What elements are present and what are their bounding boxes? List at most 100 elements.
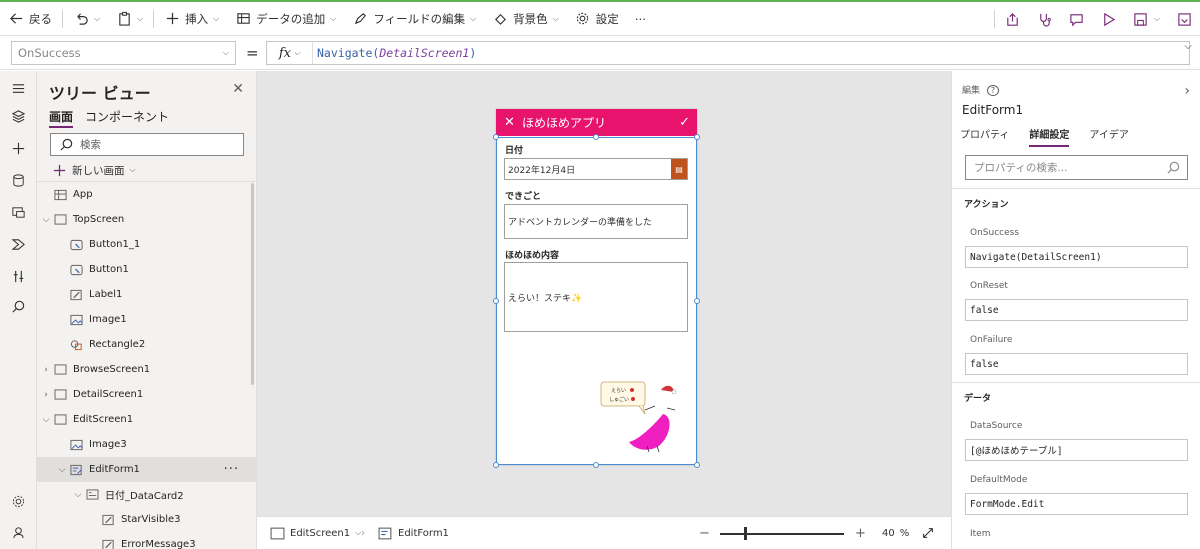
settings-gear-icon[interactable] bbox=[9, 492, 27, 510]
tree-item-editscreen1[interactable]: ⌵ EditScreen1 bbox=[37, 407, 256, 432]
tab-screens[interactable]: 画面 bbox=[49, 108, 74, 128]
power-automate-icon[interactable] bbox=[9, 235, 27, 253]
edit-fields-button[interactable]: フィールドの編集 ⌵ bbox=[344, 2, 484, 36]
tree-item-errormessage3[interactable]: ErrorMessage3 bbox=[37, 532, 256, 549]
tree-item-image3[interactable]: Image3 bbox=[37, 432, 256, 457]
close-icon[interactable]: ✕ bbox=[504, 115, 515, 130]
screen-breadcrumb[interactable]: EditScreen1 ⌵ bbox=[269, 525, 361, 541]
property-search-input[interactable]: プロパティの検索... bbox=[965, 155, 1188, 180]
background-color-button[interactable]: 背景色 ⌵ bbox=[484, 2, 567, 36]
preview-button[interactable] bbox=[1093, 2, 1125, 36]
tab-properties[interactable]: プロパティ bbox=[960, 126, 1009, 147]
chevron-down-icon[interactable]: ⌵ bbox=[94, 14, 100, 24]
save-button[interactable]: ⌵ bbox=[1125, 2, 1168, 36]
zoom-in-button[interactable]: + bbox=[855, 526, 866, 541]
praise-input[interactable]: えらい！ステキ✨ bbox=[504, 262, 688, 332]
help-icon[interactable]: ? bbox=[986, 85, 1000, 96]
chevron-down-icon[interactable]: ⌵ bbox=[41, 415, 51, 425]
chevron-down-icon[interactable]: ⌵ bbox=[137, 14, 143, 24]
zoom-slider-track[interactable] bbox=[720, 533, 844, 535]
share-button[interactable] bbox=[997, 2, 1029, 36]
tree-search-input[interactable]: 検索 bbox=[50, 133, 244, 156]
tab-ideas[interactable]: アイデア bbox=[1089, 126, 1129, 147]
formula-argument: DetailScreen1 bbox=[379, 46, 470, 60]
tree-item-button1[interactable]: Button1 bbox=[37, 257, 256, 282]
tree-view-icon[interactable] bbox=[9, 107, 27, 125]
tree-item-button1-1[interactable]: Button1_1 bbox=[37, 232, 256, 257]
formula-input[interactable]: fx ⌵ Navigate(DetailScreen1) bbox=[266, 41, 1190, 65]
play-icon bbox=[1101, 11, 1117, 27]
onsuccess-field[interactable]: Navigate(DetailScreen1) bbox=[965, 246, 1188, 268]
publish-button[interactable] bbox=[1168, 2, 1200, 36]
settings-button[interactable]: 設定 bbox=[567, 2, 627, 36]
app-checker-button[interactable] bbox=[1029, 2, 1061, 36]
onfailure-field[interactable]: false bbox=[965, 353, 1188, 375]
tree-item-datacard[interactable]: ⌵ 日付_DataCard2 bbox=[37, 482, 256, 507]
event-input[interactable]: アドベントカレンダーの準備をした bbox=[504, 204, 688, 239]
chevron-right-icon[interactable]: › bbox=[1184, 83, 1190, 99]
onfailure-label: OnFailure bbox=[970, 335, 1013, 345]
fx-button[interactable]: fx ⌵ bbox=[267, 42, 313, 64]
expand-formula-icon[interactable]: ⌵ bbox=[1184, 41, 1192, 52]
database-icon[interactable] bbox=[9, 171, 27, 189]
share-icon bbox=[1005, 11, 1021, 27]
tree-item-editform1[interactable]: ⌵ EditForm1 ··· bbox=[37, 457, 256, 482]
panel-header: 編集 ? bbox=[962, 83, 1000, 96]
insert-label: 挿入 bbox=[185, 11, 209, 26]
add-data-button[interactable]: データの追加 ⌵ bbox=[227, 2, 344, 36]
more-button[interactable]: ⋯ bbox=[627, 2, 655, 36]
tree-item-detailscreen1[interactable]: › DetailScreen1 bbox=[37, 382, 256, 407]
insert-button[interactable]: 挿入 ⌵ bbox=[156, 2, 227, 36]
zoom-unit: % bbox=[899, 527, 910, 539]
more-options-icon[interactable]: ··· bbox=[224, 462, 239, 477]
zoom-slider-thumb[interactable] bbox=[744, 527, 747, 540]
close-icon[interactable]: ✕ bbox=[232, 81, 244, 97]
datasource-field[interactable]: [@ほめほめテーブル] bbox=[965, 439, 1188, 461]
tab-components[interactable]: コンポーネント bbox=[85, 108, 169, 128]
insert-plus-icon[interactable] bbox=[9, 139, 27, 157]
tree-item-rectangle2[interactable]: Rectangle2 bbox=[37, 332, 256, 357]
tree-item-app[interactable]: App bbox=[37, 182, 256, 207]
section-action-title: アクション bbox=[964, 200, 1009, 210]
checkmark-icon[interactable]: ✓ bbox=[679, 115, 690, 130]
comment-icon bbox=[1069, 11, 1085, 27]
hamburger-icon[interactable] bbox=[9, 79, 27, 97]
search-icon[interactable] bbox=[9, 297, 27, 315]
paste-button[interactable]: ⌵ bbox=[108, 2, 151, 36]
undo-button[interactable]: ⌵ bbox=[65, 2, 108, 36]
tree-item-browsescreen1[interactable]: › BrowseScreen1 bbox=[37, 357, 256, 382]
onreset-field[interactable]: false bbox=[965, 299, 1188, 321]
property-dropdown[interactable]: OnSuccess ⌵ bbox=[11, 41, 236, 65]
back-button[interactable]: 戻る bbox=[0, 2, 60, 36]
app-header-title: ほめほめアプリ bbox=[522, 116, 607, 130]
tree-item-starvisible3[interactable]: StarVisible3 bbox=[37, 507, 256, 532]
chevron-down-icon[interactable]: ⌵ bbox=[1154, 14, 1160, 24]
tree-tabs: 画面 コンポーネント bbox=[49, 108, 169, 128]
onreset-label: OnReset bbox=[970, 281, 1008, 291]
calendar-icon[interactable]: ▤ bbox=[671, 159, 687, 179]
media-icon[interactable] bbox=[9, 203, 27, 221]
control-name: EditForm1 bbox=[962, 103, 1024, 117]
zoom-out-button[interactable]: − bbox=[699, 526, 710, 541]
stethoscope-icon bbox=[1037, 11, 1053, 27]
control-breadcrumb[interactable]: EditForm1 bbox=[377, 525, 449, 541]
chevron-down-icon[interactable]: ⌵ bbox=[41, 215, 51, 225]
fit-to-window-icon[interactable] bbox=[921, 526, 935, 540]
shape-icon bbox=[69, 339, 83, 351]
tab-advanced[interactable]: 詳細設定 bbox=[1029, 126, 1070, 147]
date-picker[interactable]: 2022年12月4日 ▤ bbox=[504, 158, 688, 180]
chevron-right-icon[interactable]: › bbox=[41, 390, 51, 400]
virtual-agent-icon[interactable] bbox=[9, 523, 27, 541]
tree-item-topscreen[interactable]: ⌵ TopScreen bbox=[37, 207, 256, 232]
datasource-label: DataSource bbox=[970, 421, 1023, 431]
advanced-tools-icon[interactable] bbox=[9, 267, 27, 285]
new-screen-button[interactable]: 新しい画面 ⌵ bbox=[51, 162, 136, 178]
tree-item-image1[interactable]: Image1 bbox=[37, 307, 256, 332]
comments-button[interactable] bbox=[1061, 2, 1093, 36]
chevron-down-icon[interactable]: ⌵ bbox=[73, 490, 83, 500]
chevron-down-icon[interactable]: ⌵ bbox=[57, 465, 67, 475]
design-canvas[interactable]: ✕ ほめほめアプリ ✓ 日付 2022年12月4日 ▤ できごと アドベントカレ… bbox=[257, 71, 951, 516]
tree-item-label1[interactable]: Label1 bbox=[37, 282, 256, 307]
defaultmode-field[interactable]: FormMode.Edit bbox=[965, 493, 1188, 515]
chevron-right-icon[interactable]: › bbox=[41, 365, 51, 375]
